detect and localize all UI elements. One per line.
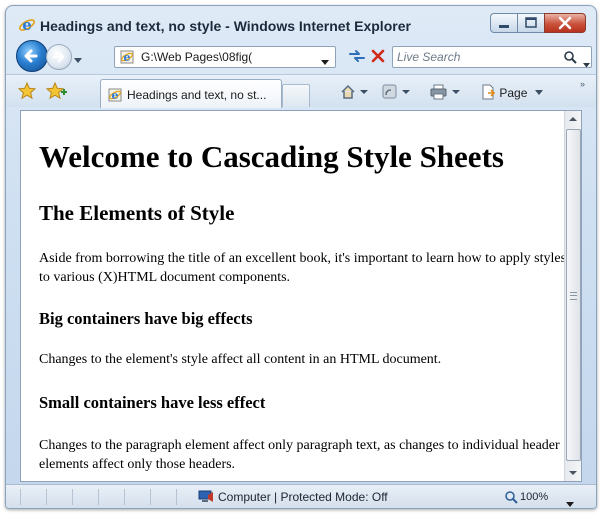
status-bar: Computer | Protected Mode: Off 100% <box>6 484 596 508</box>
status-divider <box>98 489 99 505</box>
scrollbar-thumb[interactable] <box>566 129 581 461</box>
status-divider <box>20 489 21 505</box>
tab-label: Headings and text, no st... <box>127 88 267 102</box>
feeds-icon <box>382 84 410 99</box>
security-zone-text[interactable]: Computer | Protected Mode: Off <box>218 490 388 504</box>
print-icon <box>430 84 460 100</box>
home-icon <box>341 84 368 99</box>
caption-buttons <box>490 13 586 33</box>
title-bar: e Headings and text, no style - Windows … <box>6 6 596 36</box>
page-heading-1: Welcome to Cascading Style Sheets <box>39 139 504 174</box>
page-heading-2: The Elements of Style <box>39 201 235 225</box>
paragraph-2: Changes to the element's style affect al… <box>39 352 442 367</box>
stop-icon <box>371 49 385 63</box>
page-menu-label: Page <box>499 86 528 100</box>
address-bar[interactable]: e G:\Web Pages\08fig( <box>114 46 336 68</box>
stop-button[interactable] <box>370 48 386 69</box>
search-box <box>392 46 592 68</box>
svg-text:e: e <box>22 16 32 34</box>
paragraph-3: Changes to the paragraph element affect … <box>39 438 560 472</box>
navigation-bar: e G:\Web Pages\08fig( <box>6 39 596 72</box>
tab-active[interactable]: e Headings and text, no st... <box>100 79 282 108</box>
tab-bar: e Headings and text, no st... Page » <box>6 74 596 108</box>
ie-logo-icon: e <box>18 16 35 34</box>
grip-icon <box>570 292 577 300</box>
zone-computer-icon <box>198 490 214 508</box>
search-input[interactable] <box>397 49 547 65</box>
favorites-star-icon[interactable] <box>17 81 37 105</box>
browser-window: e Headings and text, no style - Windows … <box>5 5 597 509</box>
refresh-button[interactable] <box>348 49 366 68</box>
scroll-down-button[interactable] <box>565 465 581 481</box>
recent-pages-dropdown[interactable] <box>74 51 82 69</box>
window-title: Headings and text, no style - Windows In… <box>40 18 411 34</box>
status-divider <box>150 489 151 505</box>
zoom-level[interactable]: 100% <box>520 491 548 503</box>
page-menu-button[interactable]: Page <box>480 84 543 100</box>
page-heading-3-small: Small containers have less effect <box>39 393 266 412</box>
back-button[interactable] <box>16 40 48 72</box>
back-arrow-icon <box>24 49 38 63</box>
forward-button[interactable] <box>46 44 72 70</box>
status-divider <box>124 489 125 505</box>
paragraph-1: Aside from borrowing the title of an exc… <box>39 251 567 285</box>
search-icon[interactable] <box>563 50 577 69</box>
minimize-button[interactable] <box>490 13 518 33</box>
feeds-button[interactable] <box>382 84 412 103</box>
home-button[interactable] <box>340 84 370 103</box>
status-divider <box>46 489 47 505</box>
zoom-icon[interactable] <box>504 490 518 508</box>
svg-text:e: e <box>112 89 119 102</box>
print-button[interactable] <box>430 84 462 103</box>
more-commands-icon[interactable]: » <box>580 79 585 89</box>
web-content: Welcome to Cascading Style Sheets The El… <box>20 110 582 482</box>
maximize-button[interactable] <box>517 13 545 33</box>
svg-text:e: e <box>124 51 131 64</box>
page-icon <box>482 84 496 100</box>
page-heading-3-big: Big containers have big effects <box>39 309 253 328</box>
forward-arrow-icon <box>52 51 65 63</box>
status-divider <box>176 489 177 505</box>
address-url: G:\Web Pages\08fig( <box>141 50 253 64</box>
page-icon: e <box>119 49 135 70</box>
add-favorites-icon[interactable] <box>45 81 68 105</box>
chevron-down-icon[interactable] <box>566 495 574 508</box>
status-divider <box>72 489 73 505</box>
scroll-up-button[interactable] <box>565 111 581 127</box>
vertical-scrollbar[interactable] <box>564 111 581 481</box>
search-options-dropdown[interactable] <box>583 55 590 73</box>
new-tab-button[interactable] <box>282 84 310 107</box>
chevron-down-icon[interactable] <box>321 53 329 71</box>
ie-page-icon: e <box>107 87 123 108</box>
refresh-icon <box>349 50 365 62</box>
close-button[interactable] <box>544 13 586 33</box>
